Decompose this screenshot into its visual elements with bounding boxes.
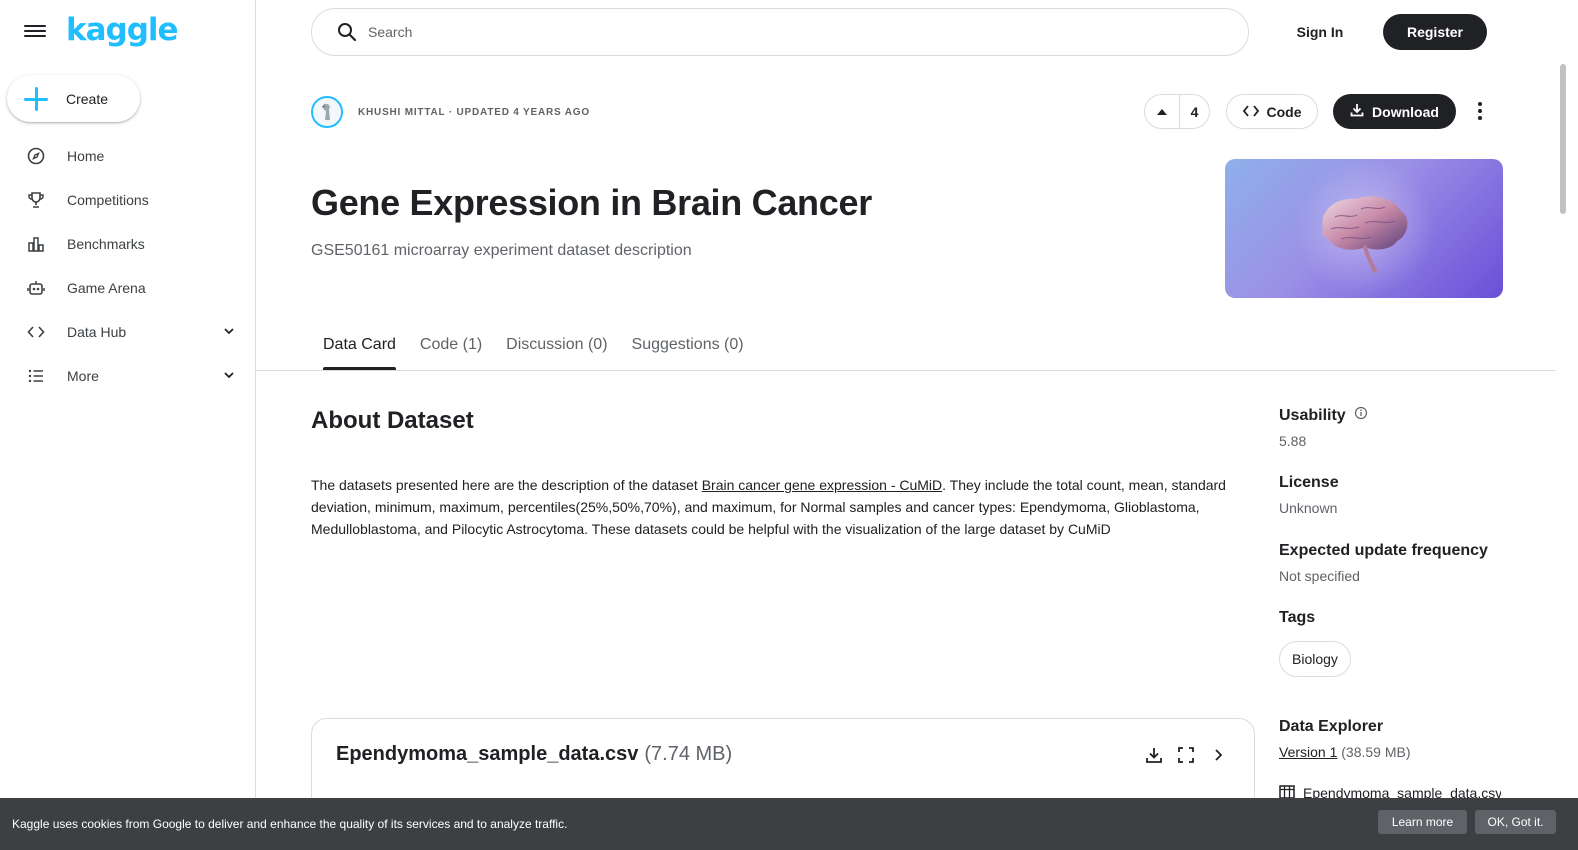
create-label: Create — [66, 90, 109, 107]
sidebar-item-game-arena[interactable]: Game Arena — [0, 266, 255, 310]
version-link[interactable]: Version 1 — [1279, 744, 1337, 760]
data-explorer-heading: Data Explorer — [1279, 718, 1384, 735]
update-frequency-value: Not specified — [1279, 568, 1360, 584]
learn-more-button[interactable]: Learn more — [1378, 810, 1467, 834]
tab-discussion[interactable]: Discussion (0) — [494, 330, 619, 370]
usability-section: Usability 5.88 — [1279, 406, 1368, 449]
code-icon — [26, 322, 46, 342]
more-options-icon[interactable] — [1470, 100, 1490, 122]
page-scrollbar[interactable] — [1560, 64, 1566, 214]
dataset-banner-image — [1225, 159, 1503, 298]
dataset-tabs: Data Card Code (1) Discussion (0) Sugges… — [311, 330, 756, 370]
trophy-icon — [26, 190, 46, 210]
sidebar-item-home[interactable]: Home — [0, 134, 255, 178]
usability-value: 5.88 — [1279, 433, 1307, 449]
sidebar-item-label: Game Arena — [67, 280, 146, 296]
sidebar-item-label: Data Hub — [67, 324, 127, 340]
usability-heading: Usability — [1279, 406, 1368, 425]
chevron-down-icon[interactable] — [222, 324, 236, 338]
sidebar-item-label: More — [67, 368, 99, 384]
download-icon — [1350, 103, 1364, 120]
avatar[interactable] — [311, 96, 343, 128]
about-text-part: The datasets presented here are the desc… — [311, 477, 702, 493]
tags-section: Tags Biology — [1279, 609, 1351, 677]
tab-code[interactable]: Code (1) — [408, 330, 494, 370]
usability-label: Usability — [1279, 406, 1346, 424]
data-explorer-section: Data Explorer Version 1 (38.59 MB) — [1279, 718, 1411, 760]
owner-updated-line: KHUSHI MITTAL · UPDATED 4 YEARS AGO — [358, 107, 590, 118]
sidebar-item-benchmarks[interactable]: Benchmarks — [0, 222, 255, 266]
register-button[interactable]: Register — [1383, 14, 1487, 50]
chevron-down-icon[interactable] — [222, 368, 236, 382]
sidebar-item-competitions[interactable]: Competitions — [0, 178, 255, 222]
version-size: (38.59 MB) — [1341, 744, 1411, 760]
robot-icon — [26, 278, 46, 298]
sidebar-nav: Home Competitions Benchmarks Game Arena … — [0, 134, 255, 398]
update-frequency-section: Expected update frequency Not specified — [1279, 542, 1488, 584]
about-dataset-heading: About Dataset — [311, 407, 474, 434]
tab-suggestions[interactable]: Suggestions (0) — [620, 330, 756, 370]
code-button[interactable]: Code — [1226, 94, 1318, 129]
code-icon — [1242, 104, 1259, 120]
cookie-text: Kaggle uses cookies from Google to deliv… — [12, 817, 568, 831]
update-frequency-heading: Expected update frequency — [1279, 542, 1488, 559]
list-icon — [26, 366, 46, 386]
search-icon — [336, 21, 358, 43]
about-dataset-text: The datasets presented here are the desc… — [311, 474, 1231, 540]
page-subtitle: GSE50161 microarray experiment dataset d… — [311, 242, 692, 259]
sidebar-item-label: Benchmarks — [67, 236, 145, 252]
menu-icon[interactable] — [24, 22, 46, 42]
code-button-label: Code — [1266, 103, 1302, 120]
bar-chart-icon — [26, 234, 46, 254]
page-title: Gene Expression in Brain Cancer — [311, 182, 872, 223]
cumid-dataset-link[interactable]: Brain cancer gene expression - CuMiD — [702, 477, 942, 493]
license-value: Unknown — [1279, 500, 1338, 516]
cookie-banner: Kaggle uses cookies from Google to deliv… — [0, 798, 1578, 850]
upvote-arrow-icon[interactable] — [1145, 95, 1180, 128]
compass-icon — [26, 146, 46, 166]
file-actions — [1144, 745, 1228, 765]
tabs-divider — [256, 370, 1556, 371]
search-bar[interactable] — [311, 8, 1249, 56]
file-name: Ependymoma_sample_data.csv — [336, 743, 639, 765]
plus-icon — [24, 86, 48, 111]
info-icon[interactable] — [1354, 406, 1368, 425]
fullscreen-icon[interactable] — [1176, 745, 1196, 765]
sidebar-item-more[interactable]: More — [0, 354, 255, 398]
ok-got-it-button[interactable]: OK, Got it. — [1475, 810, 1556, 834]
license-section: License Unknown — [1279, 474, 1339, 516]
sidebar-item-data-hub[interactable]: Data Hub — [0, 310, 255, 354]
file-size: (7.74 MB) — [644, 743, 733, 765]
tags-heading: Tags — [1279, 609, 1316, 626]
file-title: Ependymoma_sample_data.csv (7.74 MB) — [336, 743, 732, 766]
tab-data-card[interactable]: Data Card — [311, 330, 408, 370]
vote-count: 4 — [1190, 103, 1199, 120]
upvote-widget[interactable]: 4 — [1144, 94, 1210, 129]
search-input[interactable] — [368, 24, 1218, 40]
sign-in-button[interactable]: Sign In — [1285, 14, 1355, 50]
download-button[interactable]: Download — [1333, 94, 1456, 129]
chevron-right-icon[interactable] — [1208, 745, 1228, 765]
download-icon[interactable] — [1144, 745, 1164, 765]
kaggle-logo[interactable]: kaggle — [66, 12, 179, 48]
license-heading: License — [1279, 474, 1339, 491]
create-button[interactable]: Create — [7, 75, 140, 122]
tag-biology[interactable]: Biology — [1279, 641, 1351, 677]
sidebar-item-label: Home — [67, 148, 105, 164]
download-button-label: Download — [1372, 103, 1439, 120]
version-line: Version 1 (38.59 MB) — [1279, 744, 1411, 760]
sidebar-item-label: Competitions — [67, 192, 149, 208]
sidebar: kaggle Create Home Competitions Benchmar… — [0, 0, 256, 850]
